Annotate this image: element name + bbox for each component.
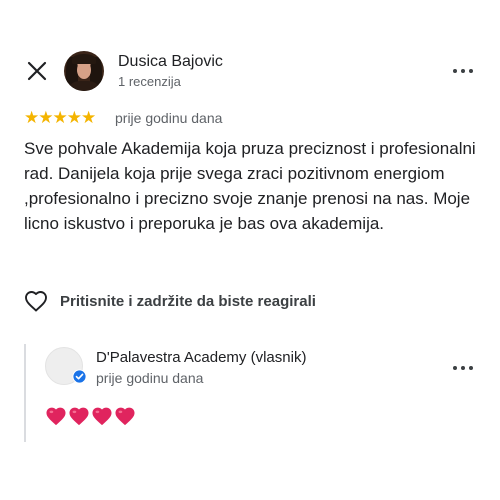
- reviewer-name[interactable]: Dusica Bajovic: [118, 53, 223, 71]
- red-heart-icon: [115, 407, 135, 426]
- red-heart-icon: [92, 407, 112, 426]
- verified-badge-icon: [72, 369, 87, 384]
- owner-name[interactable]: D'Palavestra Academy (vlasnik): [96, 349, 306, 366]
- red-heart-icon: [69, 407, 89, 426]
- reply-content: [45, 405, 137, 427]
- more-options-icon[interactable]: [453, 67, 473, 75]
- reviewer-avatar[interactable]: [64, 51, 104, 91]
- react-label: Pritisnite i zadržite da biste reagirali: [60, 292, 316, 310]
- heart-outline-icon: [25, 291, 47, 312]
- react-button[interactable]: Pritisnite i zadržite da biste reagirali: [24, 290, 316, 312]
- reply-more-options-icon[interactable]: [453, 364, 473, 372]
- red-heart-icon: [46, 407, 66, 426]
- reply-date: prije godinu dana: [96, 370, 204, 386]
- reply-divider: [24, 344, 26, 442]
- star-rating: ★★★★★: [24, 108, 96, 127]
- close-icon[interactable]: [26, 60, 48, 82]
- review-date: prije godinu dana: [115, 110, 223, 126]
- reviewer-review-count: 1 recenzija: [118, 74, 181, 89]
- review-text: Sve pohvale Akademija koja pruza precizn…: [24, 139, 476, 233]
